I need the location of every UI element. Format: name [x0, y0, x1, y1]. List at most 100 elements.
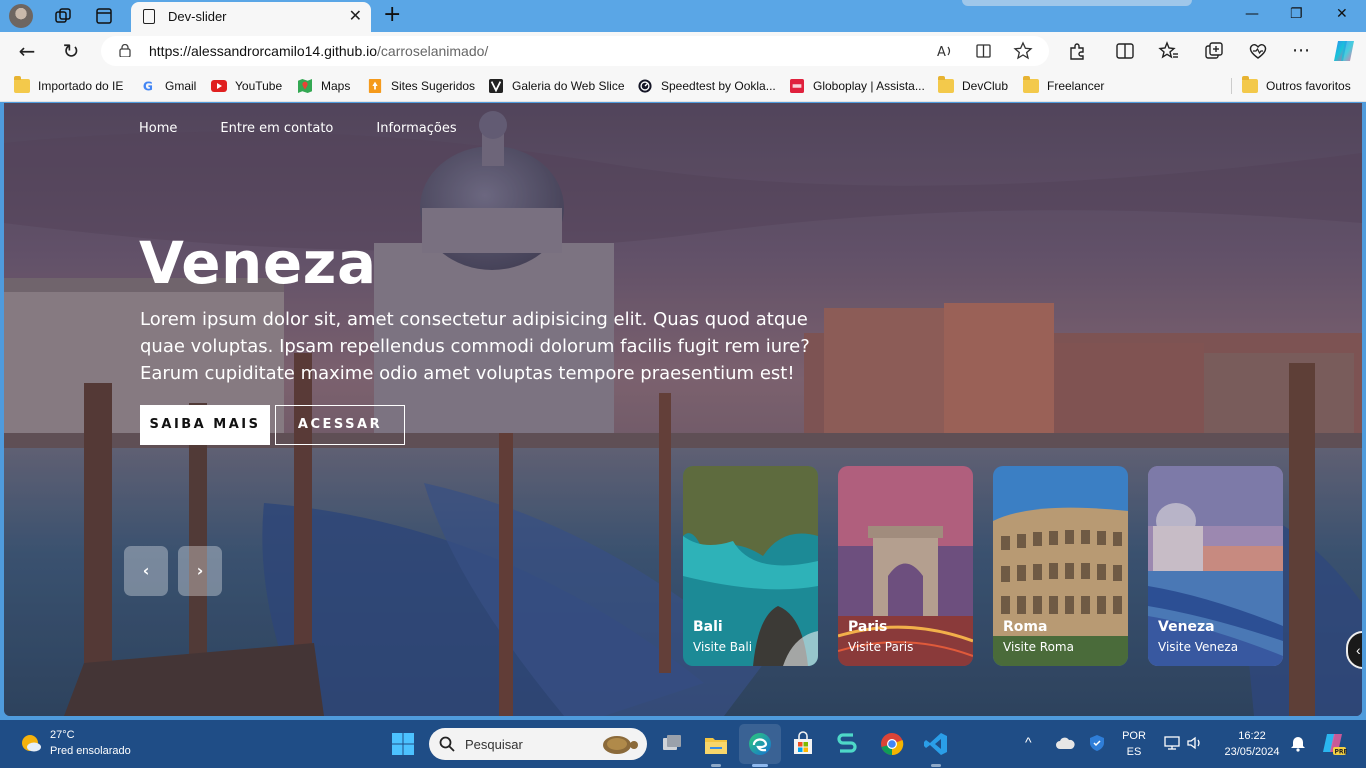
tab-actions-icon[interactable]: [94, 6, 114, 26]
address-bar[interactable]: https://alessandrorcamilo14.github.io/ca…: [101, 36, 1049, 66]
destination-card-veneza[interactable]: Veneza Visite Veneza: [1148, 466, 1283, 666]
destination-card-bali[interactable]: Bali Visite Bali: [683, 466, 818, 666]
card-title: Paris: [848, 619, 888, 635]
favorite-star-icon[interactable]: [1013, 41, 1033, 61]
refresh-icon[interactable]: ↻: [58, 38, 84, 64]
turtle-search-highlight-icon: [603, 736, 638, 754]
split-screen-icon[interactable]: [1114, 40, 1136, 62]
menu-contact-link[interactable]: Entre em contato: [220, 121, 333, 136]
menu-info-link[interactable]: Informações: [376, 121, 456, 136]
start-windows-icon[interactable]: [389, 730, 417, 758]
chrome-icon[interactable]: [878, 730, 906, 758]
bookmark-label: Galeria do Web Slice: [512, 79, 625, 93]
bookmark-speedtest[interactable]: Speedtest by Ookla...: [637, 77, 776, 95]
card-title: Roma: [1003, 619, 1048, 635]
folder-icon: [1023, 76, 1039, 93]
notification-bell-icon[interactable]: [1290, 734, 1306, 752]
lock-icon[interactable]: [119, 44, 131, 57]
security-shield-icon[interactable]: [1088, 734, 1106, 752]
weather-temperature[interactable]: 27°C: [50, 729, 75, 741]
browser-essentials-icon[interactable]: [1247, 40, 1269, 62]
task-view-icon[interactable]: [658, 730, 686, 758]
url-host: https://alessandrorcamilo14.github.io: [149, 43, 378, 59]
destination-card-roma[interactable]: Roma Visite Roma: [993, 466, 1128, 666]
explorer-running-indicator: [711, 764, 721, 767]
site-menu: Home Entre em contato Informações: [139, 121, 500, 136]
acessar-button[interactable]: ACESSAR: [275, 405, 405, 445]
close-window-icon[interactable]: ✕: [1336, 6, 1348, 22]
bookmark-label: DevClub: [962, 79, 1009, 93]
menu-home-link[interactable]: Home: [139, 121, 177, 136]
collections-icon[interactable]: [1203, 40, 1225, 62]
bookmark-web-slice[interactable]: Galeria do Web Slice: [488, 77, 625, 95]
profile-avatar[interactable]: [9, 4, 33, 28]
destination-card-paris[interactable]: Paris Visite Paris: [838, 466, 973, 666]
keyboard-language-bottom[interactable]: ES: [1120, 746, 1148, 758]
favorites-icon[interactable]: [1158, 40, 1180, 62]
tab-dev-slider[interactable]: Dev-slider ✕: [131, 2, 371, 32]
volume-icon[interactable]: [1186, 734, 1204, 752]
vscode-running-indicator: [931, 764, 941, 767]
restore-icon[interactable]: ❐: [1290, 6, 1303, 22]
weather-sun-icon[interactable]: [20, 732, 42, 754]
bookmark-freelancer[interactable]: Freelancer: [1023, 76, 1104, 95]
saiba-mais-button[interactable]: SAIBA MAIS: [140, 405, 270, 445]
keyboard-language-top[interactable]: POR: [1120, 730, 1148, 742]
hero-description: Lorem ipsum dolor sit, amet consectetur …: [140, 309, 810, 384]
bookmark-outros-favoritos[interactable]: Outros favoritos: [1242, 76, 1351, 95]
veneza-image: [1148, 466, 1283, 666]
bookmark-maps[interactable]: Maps: [297, 77, 350, 95]
web-page: Home Entre em contato Informações Veneza…: [4, 103, 1362, 716]
onedrive-cloud-icon[interactable]: [1055, 735, 1075, 751]
card-subtitle: Visite Veneza: [1158, 640, 1239, 654]
bookmark-globoplay[interactable]: Globoplay | Assista...: [789, 77, 925, 95]
bookmark-label: Outros favoritos: [1266, 79, 1351, 93]
copilot-preview-icon[interactable]: PRE: [1321, 731, 1347, 757]
bookmark-importado-ie[interactable]: Importado do IE: [14, 76, 123, 95]
new-tab-icon[interactable]: +: [383, 3, 401, 27]
clock-time[interactable]: 16:22: [1220, 730, 1284, 742]
maps-icon: [298, 79, 312, 93]
microsoft-store-icon[interactable]: [789, 730, 817, 758]
copilot-icon[interactable]: [1331, 38, 1357, 64]
read-aloud-icon[interactable]: A: [935, 41, 955, 61]
svg-text:A: A: [937, 45, 946, 60]
minimize-icon[interactable]: —: [1245, 6, 1259, 22]
weather-description[interactable]: Pred ensolarado: [50, 745, 131, 757]
bookmark-sites-sugeridos[interactable]: Sites Sugeridos: [367, 77, 475, 95]
bookmark-label: YouTube: [235, 79, 283, 93]
prev-slide-button[interactable]: ‹: [124, 546, 168, 596]
network-icon[interactable]: [1163, 734, 1181, 752]
taskbar-search[interactable]: Pesquisar: [429, 728, 647, 760]
bookmark-label: Maps: [321, 79, 351, 93]
paris-image: [838, 466, 973, 666]
windows-taskbar: 27°C Pred ensolarado Pesquisar ^ POR ES …: [0, 720, 1366, 768]
clock-date[interactable]: 23/05/2024: [1214, 746, 1290, 758]
url-path: /carroselanimado/: [377, 43, 489, 59]
back-icon[interactable]: ←: [14, 38, 40, 64]
sites-icon: [368, 79, 382, 93]
card-title: Bali: [693, 619, 723, 635]
more-options-icon[interactable]: ⋯: [1288, 38, 1314, 64]
s-app-icon[interactable]: [833, 730, 861, 758]
folder-icon: [14, 76, 30, 93]
bookmark-gmail[interactable]: G Gmail: [141, 77, 196, 95]
card-subtitle: Visite Paris: [848, 640, 914, 654]
extensions-icon[interactable]: [1066, 40, 1088, 62]
edge-browser-icon[interactable]: [746, 730, 774, 758]
bookmark-devclub[interactable]: DevClub: [938, 76, 1009, 95]
bookmark-label: Sites Sugeridos: [391, 79, 476, 93]
youtube-icon: [211, 80, 227, 92]
search-placeholder: Pesquisar: [465, 737, 523, 752]
show-hidden-icons-icon[interactable]: ^: [1025, 734, 1032, 750]
immersive-reader-icon[interactable]: [975, 41, 995, 61]
bookmark-youtube[interactable]: YouTube: [211, 77, 282, 95]
globoplay-icon: [790, 79, 804, 93]
speedtest-icon: [638, 79, 652, 93]
url-text[interactable]: https://alessandrorcamilo14.github.io/ca…: [149, 43, 488, 59]
file-explorer-icon[interactable]: [702, 730, 730, 758]
close-tab-icon[interactable]: ✕: [349, 7, 362, 27]
next-slide-button[interactable]: ›: [178, 546, 222, 596]
vscode-icon[interactable]: [922, 730, 950, 758]
workspaces-icon[interactable]: [53, 6, 73, 26]
